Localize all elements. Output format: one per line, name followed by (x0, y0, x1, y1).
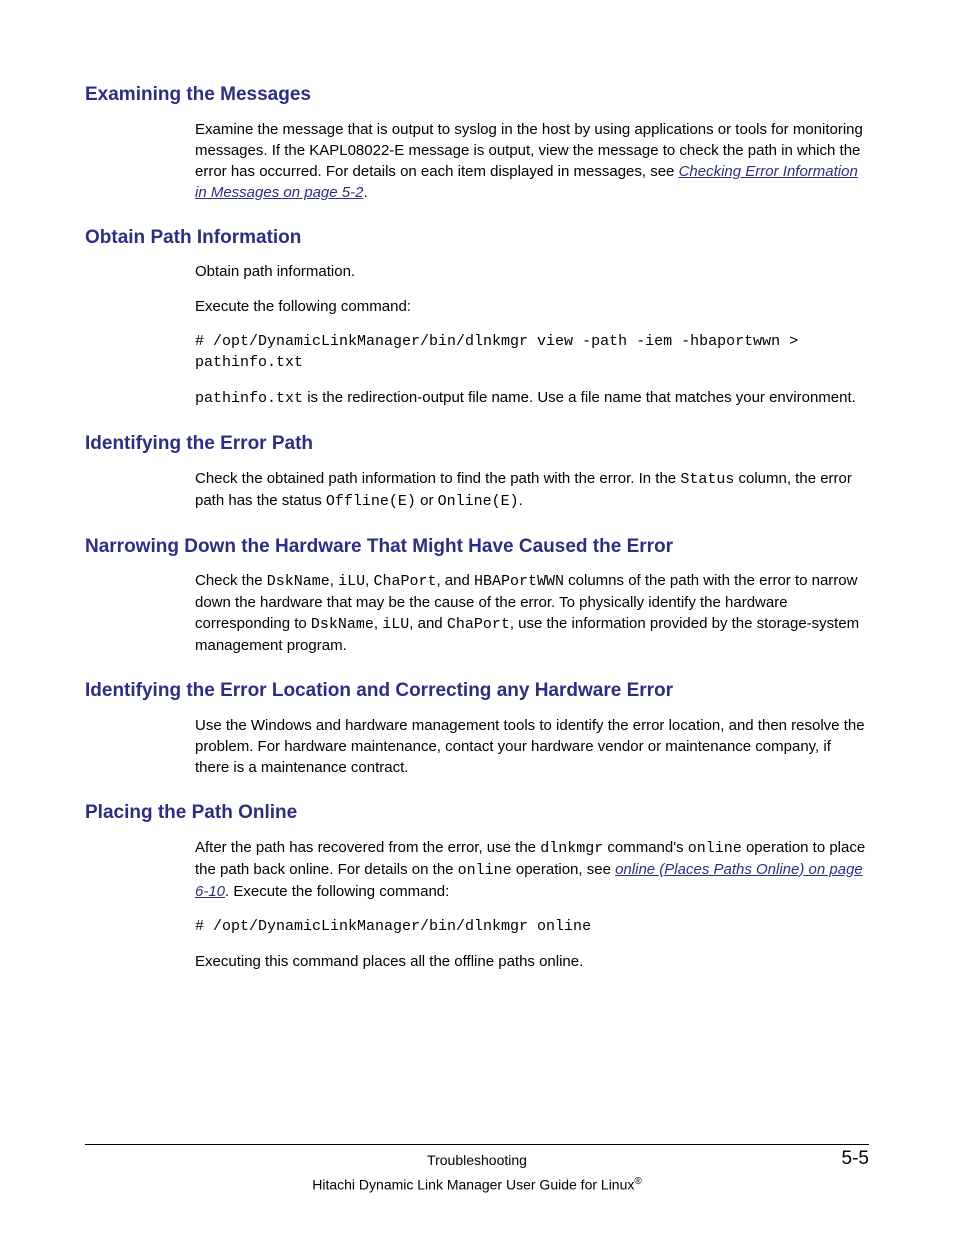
section-identify-path-body: Check the obtained path information to f… (195, 468, 869, 512)
text: command's (603, 839, 688, 856)
code-inline: online (688, 840, 742, 857)
text: . Execute the following command: (225, 883, 449, 900)
heading-identifying-error-path: Identifying the Error Path (85, 431, 869, 458)
footer-book-title: Hitachi Dynamic Link Manager User Guide … (85, 1175, 869, 1195)
page-footer: Troubleshooting 5-5 Hitachi Dynamic Link… (85, 1144, 869, 1195)
text: or (416, 492, 438, 509)
code-inline: dlnkmgr (540, 840, 603, 857)
paragraph: Use the Windows and hardware management … (195, 715, 869, 778)
footer-section-name: Troubleshooting (427, 1152, 527, 1168)
text: operation, see (512, 861, 615, 878)
text: After the path has recovered from the er… (195, 839, 540, 856)
command-block: # /opt/DynamicLinkManager/bin/dlnkmgr on… (195, 916, 869, 937)
page-number: 5-5 (842, 1146, 869, 1173)
text: , and (409, 615, 447, 632)
paragraph: pathinfo.txt is the redirection-output f… (195, 387, 869, 409)
code-inline: HBAPortWWN (474, 573, 564, 590)
paragraph: Examine the message that is output to sy… (195, 119, 869, 203)
registered-mark: ® (634, 1176, 641, 1187)
code-inline: pathinfo.txt (195, 390, 303, 407)
code-inline: Status (680, 471, 734, 488)
command-block: # /opt/DynamicLinkManager/bin/dlnkmgr vi… (195, 331, 869, 373)
heading-examining-messages: Examining the Messages (85, 82, 869, 109)
section-placing-body: After the path has recovered from the er… (195, 837, 869, 972)
code-inline: ChaPort (447, 616, 510, 633)
paragraph: Execute the following command: (195, 296, 869, 317)
heading-identifying-error-location: Identifying the Error Location and Corre… (85, 678, 869, 705)
text: , (374, 615, 382, 632)
text: . (363, 184, 367, 201)
code-inline: Offline(E) (326, 493, 416, 510)
section-narrow-body: Check the DskName, iLU, ChaPort, and HBA… (195, 570, 869, 656)
section-obtain-body: Obtain path information. Execute the fol… (195, 261, 869, 409)
code-inline: iLU (338, 573, 365, 590)
heading-placing-path-online: Placing the Path Online (85, 800, 869, 827)
code-inline: DskName (267, 573, 330, 590)
heading-narrowing-down-hardware: Narrowing Down the Hardware That Might H… (85, 534, 869, 561)
text: Check the (195, 572, 267, 589)
paragraph: Check the DskName, iLU, ChaPort, and HBA… (195, 570, 869, 656)
heading-obtain-path-info: Obtain Path Information (85, 225, 869, 252)
code-inline: Online(E) (438, 493, 519, 510)
paragraph: Check the obtained path information to f… (195, 468, 869, 512)
code-inline: iLU (382, 616, 409, 633)
section-identify-loc-body: Use the Windows and hardware management … (195, 715, 869, 778)
text: Check the obtained path information to f… (195, 470, 680, 487)
code-inline: DskName (311, 616, 374, 633)
section-examining-body: Examine the message that is output to sy… (195, 119, 869, 203)
text: , and (436, 572, 474, 589)
text: . (519, 492, 523, 509)
text: is the redirection-output file name. Use… (303, 389, 856, 406)
code-inline: online (458, 862, 512, 879)
code-inline: ChaPort (373, 573, 436, 590)
paragraph: Executing this command places all the of… (195, 951, 869, 972)
footer-divider (85, 1144, 869, 1145)
paragraph: Obtain path information. (195, 261, 869, 282)
paragraph: After the path has recovered from the er… (195, 837, 869, 902)
text: , (330, 572, 338, 589)
